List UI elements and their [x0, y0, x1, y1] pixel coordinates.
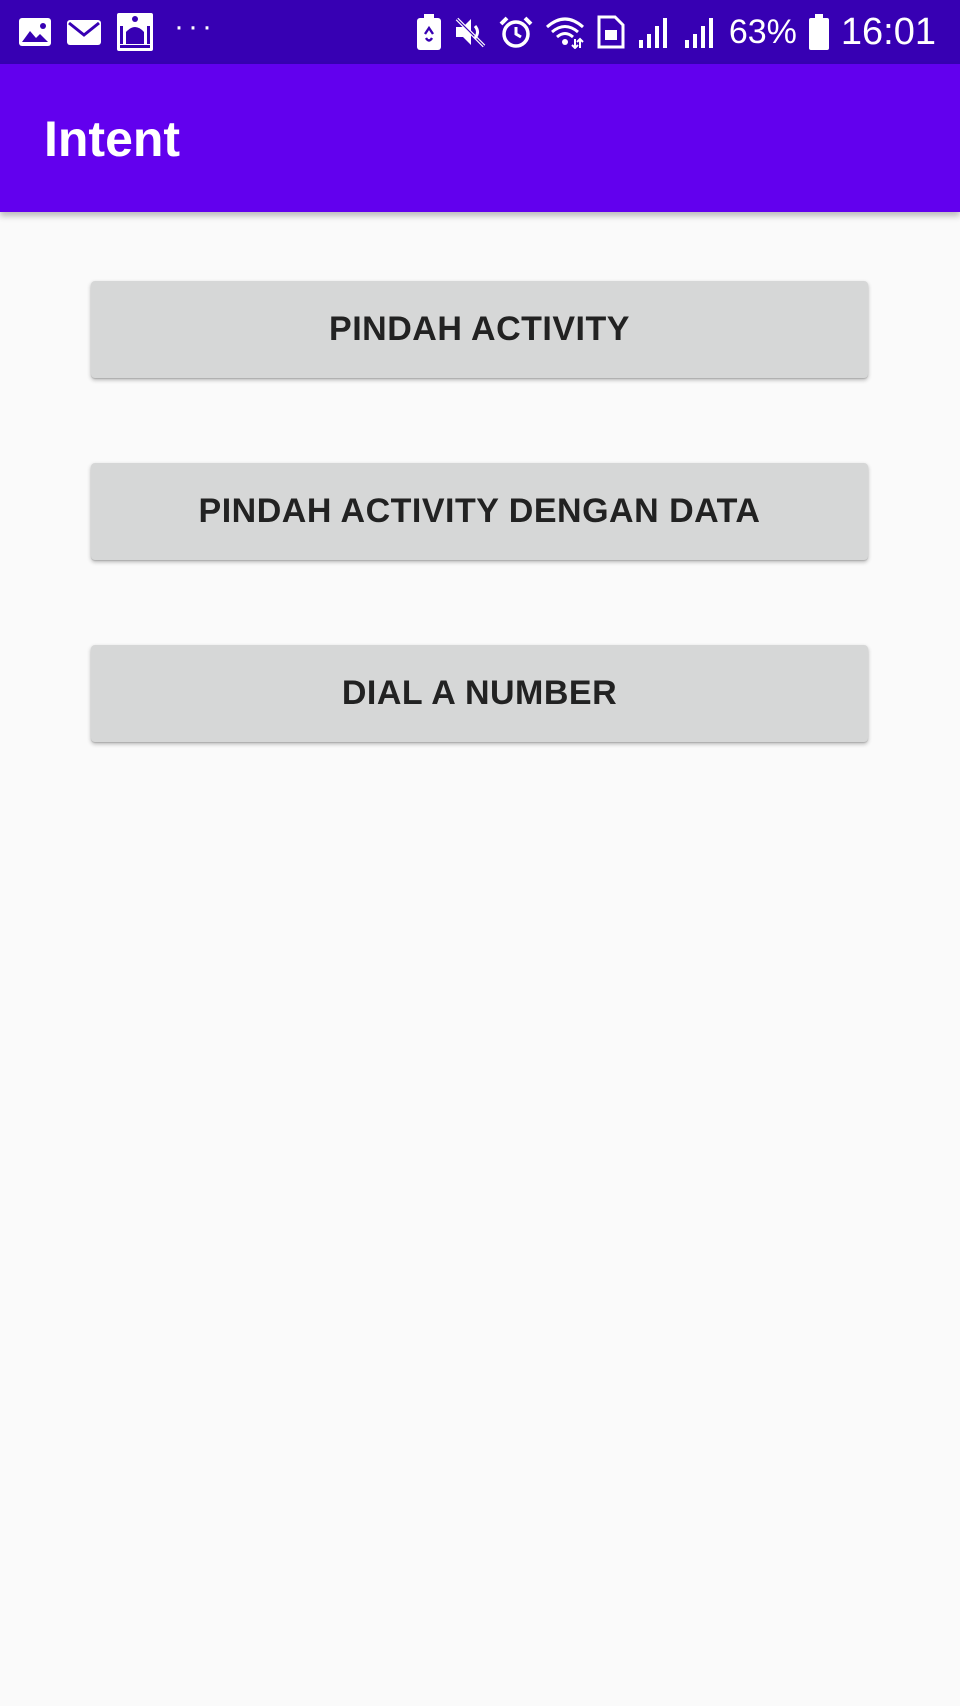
sim-card-icon [597, 15, 625, 49]
mail-icon [66, 17, 102, 47]
page-title: Intent [44, 111, 181, 167]
signal-2-icon [683, 16, 717, 48]
battery-icon [808, 14, 829, 50]
status-bar: ··· 63% 16:01 [0, 0, 960, 64]
mute-icon [453, 15, 487, 49]
battery-percent: 63% [728, 12, 797, 51]
dial-a-number-button[interactable]: DIAL A NUMBER [91, 645, 868, 742]
pindah-activity-button[interactable]: PINDAH ACTIVITY [91, 281, 868, 378]
wifi-icon [545, 15, 585, 49]
status-left-group: ··· [18, 0, 216, 64]
main-content: PINDAH ACTIVITY PINDAH ACTIVITY DENGAN D… [0, 212, 960, 1706]
signal-1-icon [637, 16, 671, 48]
status-right-group: 63% 16:01 [405, 0, 936, 64]
app-bar: Intent [0, 64, 960, 212]
pindah-activity-dengan-data-button[interactable]: PINDAH ACTIVITY DENGAN DATA [91, 463, 868, 560]
clock-time: 16:01 [840, 10, 936, 53]
more-notifications-icon: ··· [174, 10, 216, 43]
battery-saver-icon [416, 14, 441, 50]
image-icon [18, 17, 52, 47]
mosque-icon [116, 12, 154, 52]
alarm-icon [499, 15, 533, 49]
